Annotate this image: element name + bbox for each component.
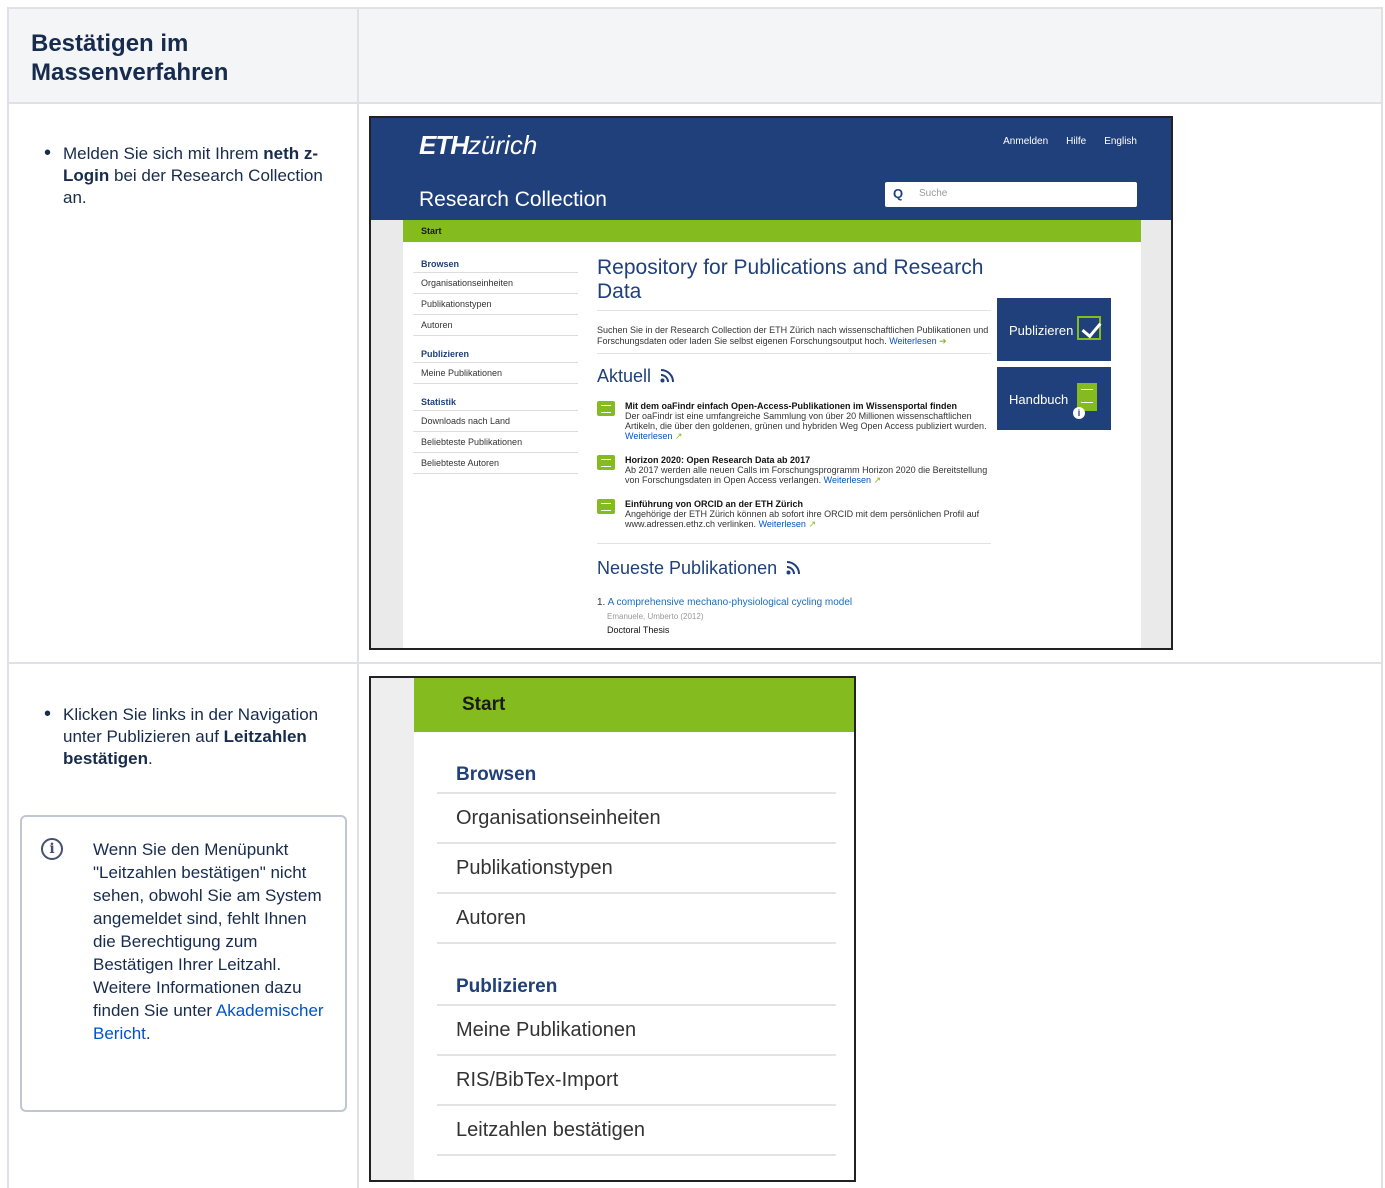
screenshot-navigation-zoom: Start Browsen Organisationseinheiten Pub… bbox=[369, 676, 856, 1182]
nav-zoom-item-publikationstypen[interactable]: Publikationstypen bbox=[437, 844, 836, 894]
nav-zoom-item-organisationseinheiten[interactable]: Organisationseinheiten bbox=[437, 794, 836, 844]
manual-button[interactable]: Handbuch i bbox=[997, 367, 1111, 430]
publication-meta: Emanuele, Umberto (2012) bbox=[607, 612, 704, 621]
eth-header: ETHzürich Anmelden Hilfe English Research … bbox=[371, 118, 1171, 220]
nav-zoom-item-meine-publikationen[interactable]: Meine Publikationen bbox=[437, 1006, 836, 1056]
screenshot-research-collection: ETHzürich Anmelden Hilfe English Research … bbox=[369, 116, 1173, 650]
side-navigation: Browsen Organisationseinheiten Publikati… bbox=[413, 256, 578, 474]
nav-zoom-navigation: Browsen Organisationseinheiten Publikati… bbox=[437, 758, 836, 1156]
nav-heading-statistik: Statistik bbox=[413, 394, 578, 411]
nav-zoom-item-autoren[interactable]: Autoren bbox=[437, 894, 836, 944]
eth-top-links: Anmelden Hilfe English bbox=[985, 136, 1137, 147]
info-icon: i bbox=[41, 838, 63, 860]
external-link-icon: ↗ bbox=[873, 475, 882, 485]
eth-logo-bold: ETH bbox=[419, 130, 469, 160]
main-content: Repository for Publications and Research… bbox=[597, 256, 991, 635]
arrow-right-icon: ➔ bbox=[939, 336, 947, 346]
eth-logo[interactable]: ETHzürich bbox=[419, 130, 537, 161]
latest-heading-text: Neueste Publikationen bbox=[597, 558, 778, 578]
site-title[interactable]: Research Collection bbox=[419, 188, 607, 212]
publication-number: 1. bbox=[597, 597, 606, 608]
news-read-more-link[interactable]: Weiterlesen bbox=[759, 519, 806, 529]
news-item: Einführung von ORCID an der ETH Zürich A… bbox=[597, 499, 991, 529]
table-border-middle bbox=[357, 7, 359, 1188]
latest-heading: Neueste Publikationen bbox=[597, 558, 991, 579]
aktuell-heading-text: Aktuell bbox=[597, 366, 652, 386]
news-item: Mit dem oaFindr einfach Open-Access-Publ… bbox=[597, 401, 991, 441]
step-login-text: Melden Sie sich mit Ihrem neth z-Login b… bbox=[44, 142, 343, 209]
nav-item-downloads-nach-land[interactable]: Downloads nach Land bbox=[413, 411, 578, 432]
manual-button-label: Handbuch bbox=[1009, 392, 1069, 407]
news-item: Horizon 2020: Open Research Data ab 2017… bbox=[597, 455, 991, 485]
nav-heading-browsen: Browsen bbox=[413, 256, 578, 273]
nav-zoom-page: Start Browsen Organisationseinheiten Pub… bbox=[414, 678, 854, 1180]
eth-logo-rest: zürich bbox=[468, 130, 538, 160]
eth-page: Start Browsen Organisationseinheiten Pub… bbox=[403, 220, 1141, 648]
search-input[interactable]: Q Suche bbox=[885, 182, 1137, 207]
nav-zoom-item-leitzahlen-bestaetigen[interactable]: Leitzahlen bestätigen bbox=[437, 1106, 836, 1156]
info-text-end: . bbox=[145, 1024, 151, 1043]
link-english[interactable]: English bbox=[1104, 136, 1137, 147]
news-read-more-link[interactable]: Weiterlesen bbox=[625, 431, 672, 441]
divider bbox=[597, 543, 991, 544]
publication-item: 1. A comprehensive mechano-physiological… bbox=[597, 597, 991, 608]
link-anmelden[interactable]: Anmelden bbox=[1003, 136, 1048, 147]
info-text-body: Wenn Sie den Menüpunkt "Leitzahlen bestä… bbox=[93, 840, 322, 1020]
table-border-top bbox=[7, 7, 1383, 9]
nav-heading-publizieren: Publizieren bbox=[413, 346, 578, 363]
news-bubble-icon bbox=[597, 455, 615, 470]
table-border-right bbox=[1381, 7, 1383, 1188]
aktuell-heading: Aktuell bbox=[597, 366, 991, 387]
news-title: Horizon 2020: Open Research Data ab 2017 bbox=[625, 455, 811, 465]
news-body: Ab 2017 werden alle neuen Calls im Forsc… bbox=[625, 465, 988, 485]
table-header-title: Bestätigen im Massenverfahren bbox=[31, 30, 229, 86]
publication-title-link[interactable]: A comprehensive mechano-physiological cy… bbox=[608, 597, 853, 608]
rss-icon[interactable] bbox=[660, 369, 675, 383]
step-navigate-post: . bbox=[148, 749, 153, 768]
news-read-more-link[interactable]: Weiterlesen bbox=[824, 475, 871, 485]
intro-read-more-link[interactable]: Weiterlesen bbox=[889, 336, 936, 346]
nav-zoom-breadcrumb-start[interactable]: Start bbox=[462, 694, 505, 716]
nav-item-beliebteste-autoren[interactable]: Beliebteste Autoren bbox=[413, 453, 578, 474]
page-title: Repository for Publications and Research… bbox=[597, 256, 991, 311]
search-icon: Q bbox=[893, 186, 904, 201]
external-link-icon: ↗ bbox=[808, 519, 816, 529]
news-title: Mit dem oaFindr einfach Open-Access-Publ… bbox=[625, 401, 957, 411]
step-login-pre: Melden Sie sich mit Ihrem bbox=[63, 144, 264, 163]
link-hilfe[interactable]: Hilfe bbox=[1066, 136, 1086, 147]
external-link-icon: ↗ bbox=[674, 431, 683, 441]
news-title: Einführung von ORCID an der ETH Zürich bbox=[625, 499, 804, 509]
publish-button-label: Publizieren bbox=[1009, 323, 1074, 338]
table-border-row bbox=[7, 662, 1383, 664]
info-badge-icon: i bbox=[1073, 407, 1085, 419]
news-bubble-icon bbox=[597, 401, 615, 416]
rss-icon[interactable] bbox=[786, 561, 801, 575]
publish-button[interactable]: Publizieren bbox=[997, 298, 1111, 361]
nav-item-autoren[interactable]: Autoren bbox=[413, 315, 578, 336]
table-border-header bbox=[7, 102, 1383, 104]
info-text: Wenn Sie den Menüpunkt "Leitzahlen bestä… bbox=[93, 838, 333, 1045]
nav-zoom-breadcrumb-bar: Start bbox=[414, 678, 854, 732]
nav-zoom-item-ris-bibtex-import[interactable]: RIS/BibTex-Import bbox=[437, 1056, 836, 1106]
nav-zoom-heading-browsen: Browsen bbox=[437, 758, 836, 794]
info-panel: i Wenn Sie den Menüpunkt "Leitzahlen bes… bbox=[20, 815, 347, 1112]
step-navigate-text: Klicken Sie links in der Navigation unte… bbox=[44, 703, 323, 770]
checkbox-icon bbox=[1077, 316, 1101, 340]
nav-item-beliebteste-publikationen[interactable]: Beliebteste Publikationen bbox=[413, 432, 578, 453]
news-body: Der oaFindr ist eine umfangreiche Sammlu… bbox=[625, 411, 987, 431]
search-placeholder: Suche bbox=[919, 188, 948, 199]
intro-text: Suchen Sie in der Research Collection de… bbox=[597, 325, 991, 354]
news-bubble-icon bbox=[597, 499, 615, 514]
nav-item-meine-publikationen[interactable]: Meine Publikationen bbox=[413, 363, 578, 384]
breadcrumb-start[interactable]: Start bbox=[421, 226, 442, 236]
nav-item-organisationseinheiten[interactable]: Organisationseinheiten bbox=[413, 273, 578, 294]
table-header-row: Bestätigen im Massenverfahren bbox=[7, 7, 1383, 103]
nav-item-publikationstypen[interactable]: Publikationstypen bbox=[413, 294, 578, 315]
publication-type: Doctoral Thesis bbox=[607, 625, 670, 635]
nav-zoom-heading-publizieren: Publizieren bbox=[437, 970, 836, 1006]
table-border-left bbox=[7, 7, 9, 1188]
breadcrumb-bar: Start bbox=[403, 220, 1141, 242]
